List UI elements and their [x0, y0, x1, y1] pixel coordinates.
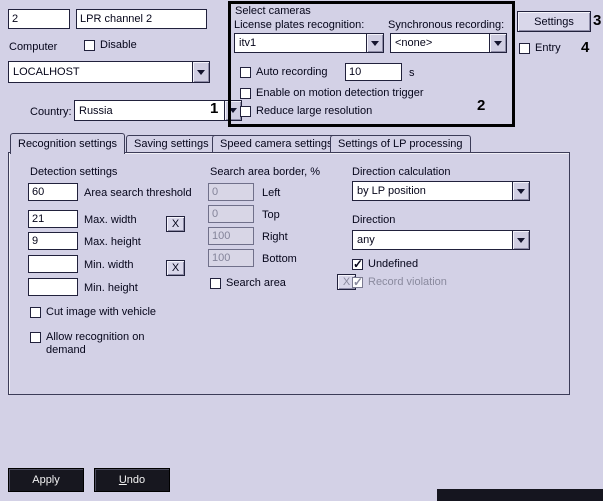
- tab-recognition-settings[interactable]: Recognition settings: [10, 133, 125, 154]
- apply-button-label: Apply: [32, 474, 60, 486]
- annotation-1: 1: [210, 100, 218, 117]
- select-cameras-title: Select cameras: [235, 5, 311, 18]
- record-violation-checkbox: Record violation: [352, 276, 447, 289]
- computer-select[interactable]: LOCALHOST: [8, 61, 210, 83]
- area-search-threshold-label: Area search threshold: [84, 187, 192, 200]
- min-width-field[interactable]: [28, 255, 78, 273]
- search-area-bottom-label: Bottom: [262, 253, 297, 266]
- checkbox-box: [84, 40, 95, 51]
- search-area-checkbox[interactable]: Search area: [210, 277, 286, 290]
- max-width-field[interactable]: [28, 210, 78, 228]
- undo-button-label: Undo: [119, 474, 145, 486]
- search-area-top-label: Top: [262, 209, 280, 222]
- lpr-channel-settings-window: Computer Disable LOCALHOST Country: Russ…: [0, 0, 603, 501]
- settings-button[interactable]: Settings: [517, 11, 591, 32]
- direction-select[interactable]: any: [352, 230, 530, 250]
- allow-recognition-checkbox[interactable]: Allow recognition on demand: [30, 331, 165, 357]
- lpr-recognition-select[interactable]: itv1: [234, 33, 384, 53]
- cut-image-label: Cut image with vehicle: [46, 306, 156, 319]
- checkbox-box: [519, 43, 530, 54]
- min-height-label: Min. height: [84, 282, 138, 295]
- apply-button[interactable]: Apply: [8, 468, 84, 492]
- disable-checkbox[interactable]: Disable: [84, 39, 137, 52]
- annotation-3: 3: [593, 12, 601, 29]
- min-height-field[interactable]: [28, 278, 78, 296]
- tab-settings-of-lp-processing[interactable]: Settings of LP processing: [330, 135, 471, 152]
- search-area-right-field: [208, 227, 254, 245]
- chevron-down-icon[interactable]: [512, 231, 529, 249]
- direction-select-value: any: [353, 234, 512, 246]
- checkbox-box: [352, 277, 363, 288]
- sync-recording-label: Synchronous recording:: [388, 19, 504, 32]
- channel-name-field[interactable]: [76, 9, 207, 29]
- max-size-pick-button[interactable]: X: [166, 216, 185, 232]
- tab-saving-settings[interactable]: Saving settings: [126, 135, 217, 152]
- country-label: Country:: [30, 106, 72, 119]
- direction-calculation-title: Direction calculation: [352, 166, 450, 179]
- checkbox-box: [210, 278, 221, 289]
- channel-id-field[interactable]: [8, 9, 70, 29]
- chevron-down-icon[interactable]: [512, 182, 529, 200]
- record-violation-checkbox-label: Record violation: [368, 276, 447, 289]
- direction-label: Direction: [352, 214, 395, 227]
- disable-checkbox-label: Disable: [100, 39, 137, 52]
- checkbox-box: [240, 106, 251, 117]
- computer-select-value: LOCALHOST: [9, 66, 192, 78]
- checkbox-box: [240, 88, 251, 99]
- auto-recording-checkbox[interactable]: Auto recording: [240, 66, 328, 79]
- min-width-label: Min. width: [84, 259, 134, 272]
- reduce-resolution-label: Reduce large resolution: [256, 105, 372, 118]
- entry-checkbox-label: Entry: [535, 42, 561, 55]
- search-area-border-title: Search area border, %: [210, 166, 320, 179]
- checkbox-box: [240, 67, 251, 78]
- tab-speed-camera-settings[interactable]: Speed camera settings: [212, 135, 341, 152]
- checkbox-box: [352, 259, 363, 270]
- computer-label: Computer: [9, 41, 57, 54]
- entry-checkbox[interactable]: Entry: [519, 42, 561, 55]
- sync-recording-select[interactable]: <none>: [390, 33, 507, 53]
- max-height-field[interactable]: [28, 232, 78, 250]
- undefined-checkbox-label: Undefined: [368, 258, 418, 271]
- seconds-unit-label: s: [409, 67, 415, 80]
- background-window-strip: [437, 489, 603, 501]
- undefined-checkbox[interactable]: Undefined: [352, 258, 418, 271]
- motion-trigger-checkbox[interactable]: Enable on motion detection trigger: [240, 87, 424, 100]
- chevron-down-icon[interactable]: [489, 34, 506, 52]
- search-area-top-field: [208, 205, 254, 223]
- detection-settings-title: Detection settings: [30, 166, 117, 179]
- area-search-threshold-field[interactable]: [28, 183, 78, 201]
- reduce-resolution-checkbox[interactable]: Reduce large resolution: [240, 105, 372, 118]
- chevron-down-icon[interactable]: [192, 62, 209, 82]
- min-size-pick-button[interactable]: X: [166, 260, 185, 276]
- auto-recording-label: Auto recording: [256, 66, 328, 79]
- annotation-2: 2: [477, 97, 485, 114]
- chevron-down-icon[interactable]: [366, 34, 383, 52]
- checkbox-box: [30, 307, 41, 318]
- max-height-label: Max. height: [84, 236, 141, 249]
- allow-recognition-label: Allow recognition on demand: [46, 331, 158, 357]
- annotation-4: 4: [581, 39, 589, 56]
- undo-button[interactable]: Undo: [94, 468, 170, 492]
- direction-calculation-select[interactable]: by LP position: [352, 181, 530, 201]
- lpr-recognition-label: License plates recognition:: [234, 19, 364, 32]
- auto-recording-time-field[interactable]: [345, 63, 402, 81]
- cut-image-checkbox[interactable]: Cut image with vehicle: [30, 306, 156, 319]
- lpr-recognition-select-value: itv1: [235, 37, 366, 49]
- search-area-left-field: [208, 183, 254, 201]
- search-area-right-label: Right: [262, 231, 288, 244]
- direction-calculation-select-value: by LP position: [353, 185, 512, 197]
- motion-trigger-label: Enable on motion detection trigger: [256, 87, 424, 100]
- country-select-value: Russia: [75, 105, 224, 117]
- search-area-bottom-field: [208, 249, 254, 267]
- search-area-checkbox-label: Search area: [226, 277, 286, 290]
- max-width-label: Max. width: [84, 214, 137, 227]
- checkbox-box: [30, 332, 41, 343]
- search-area-left-label: Left: [262, 187, 280, 200]
- sync-recording-select-value: <none>: [391, 37, 489, 49]
